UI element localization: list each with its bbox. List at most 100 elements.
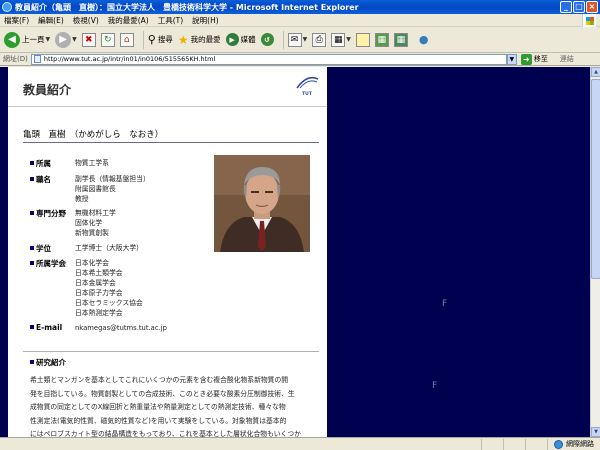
ie-icon [2,2,12,12]
print-icon: ⎙ [312,32,327,47]
page-viewport: 教員紹介 TUT 亀頭 直樹 （かめがしら なおき） 所属 物質工学系 職名 副… [0,67,590,437]
links-label[interactable]: 連結 [560,54,574,64]
research-button[interactable]: ▦ [374,32,389,47]
refresh-icon: ↻ [100,32,115,47]
back-dropdown-icon[interactable]: ▼ [46,36,51,43]
stop-button[interactable]: ✖ [81,32,96,47]
info-row-societies: 所属学会 日本化学会 日本希土類学会 日本金属学会 日本原子力学会 日本セラミッ… [30,258,210,318]
media-icon: ▶ [225,33,239,46]
side-mark: F [442,299,448,309]
address-bar: 網址(D) http://www.tut.ac.jp/intr/in01/in0… [0,53,600,66]
toolbar-divider [142,30,144,49]
portrait-image [214,155,310,252]
research-line: 性測定法(電気的性質、磁気的性質など)を用いて実験をしている。対象物質は基本的 [30,416,287,425]
menu-help[interactable]: 說明(H) [192,15,219,26]
info-value-line: 副学長（情報基盤担当） [75,174,150,183]
scroll-thumb[interactable] [591,79,600,279]
research-line: にはペロブスカイト型の結晶構造をもっており、これを基本とした層状化合物もいくつか [30,430,301,437]
search-icon: ⚲ [147,33,156,46]
back-arrow-icon: ◀ [4,31,20,48]
info-row-position: 職名 副学長（情報基盤担当） 附属図書館長 教授 [30,174,210,204]
history-icon: ↺ [260,33,274,46]
info-key: 所属 [30,158,75,169]
person-name: 亀頭 直樹 （かめがしら なおき） [23,130,164,140]
edit-dropdown-icon[interactable]: ▼ [346,36,351,43]
favorites-label: 我的最愛 [190,35,221,44]
info-value-line: 日本熱測定学会 [75,309,123,317]
page-header: 教員紹介 TUT [8,67,327,107]
note-icon [355,32,370,47]
vertical-scrollbar[interactable]: ▲ ▼ [590,67,600,437]
status-cell [481,438,503,450]
info-value-line: 日本原子力学会 [75,289,123,297]
address-input[interactable]: http://www.tut.ac.jp/intr/in01/in0106/51… [30,53,507,65]
menu-bar: 檔案(F) 編輯(E) 檢視(V) 我的最愛(A) 工具(T) 說明(H) [0,14,600,27]
title-bar[interactable]: 教員紹介（亀頭 直樹）：国立大学法人 豊橋技術科学大学 - Microsoft … [0,0,600,14]
home-button[interactable]: ⌂ [119,32,134,47]
refresh-button[interactable]: ↻ [100,32,115,47]
menu-tools[interactable]: 工具(T) [158,15,183,26]
info-value-line: 日本金属学会 [75,279,116,287]
go-button[interactable]: ➜ 移至 [520,53,548,65]
discuss-button[interactable] [355,32,370,47]
menu-favorites[interactable]: 我的最愛(A) [108,15,149,26]
history-button[interactable]: ↺ [260,33,274,46]
tut-swoosh-icon [296,76,319,89]
home-icon: ⌂ [119,32,134,47]
info-value-line: 附属図書館長 [75,184,116,193]
side-mark: F [432,381,438,391]
scroll-up-icon[interactable]: ▲ [591,67,600,77]
profile-info: 所属 物質工学系 職名 副学長（情報基盤担当） 附属図書館長 教授 専門分野 無… [30,158,210,337]
internet-globe-icon [554,439,563,449]
address-dropdown-icon[interactable]: ▼ [506,53,517,65]
name-divider [23,142,319,143]
status-cell [525,438,547,450]
window-title: 教員紹介（亀頭 直樹）：国立大学法人 豊橋技術科学大学 - Microsoft … [15,2,359,12]
windows-logo-icon [582,14,596,27]
forward-dropdown-icon[interactable]: ▼ [72,36,77,43]
msn-button[interactable]: ● [419,33,429,46]
status-bar: 網際網路 [0,437,600,450]
back-button[interactable]: ◀ 上一頁 ▼ [4,31,51,48]
search-label: 搜尋 [157,35,173,44]
info-key: 職名 [30,174,75,204]
edit-button[interactable]: ▦ ▼ [331,32,351,47]
mail-dropdown-icon[interactable]: ▼ [303,36,308,43]
info-row-email: E-mail nkamegas@tutms.tut.ac.jp [30,323,210,333]
scroll-down-icon[interactable]: ▼ [591,427,600,437]
messenger-button[interactable]: ▦ [393,32,408,47]
menu-file[interactable]: 檔案(F) [4,15,29,26]
research-divider [23,351,319,352]
menu-view[interactable]: 檢視(V) [73,15,99,26]
info-row-specialty: 専門分野 無機材料工学 固体化学 新物質創製 [30,208,210,238]
favorites-button[interactable]: ★ 我的最愛 [178,33,221,47]
mail-button[interactable]: ✉ ▼ [287,32,308,47]
messenger-people-icon: ● [418,33,429,46]
search-button[interactable]: ⚲ 搜尋 [148,33,173,46]
info-value: 無機材料工学 固体化学 新物質創製 [75,208,116,238]
close-button[interactable]: × [586,1,598,13]
forward-button[interactable]: ▶ ▼ [55,31,77,48]
info-value: 工学博士（大阪大学） [75,243,143,254]
info-row-affiliation: 所属 物質工学系 [30,158,210,169]
info-value-line: 日本希土類学会 [75,269,123,277]
info-value-line: 日本セラミックス協会 [75,299,143,307]
print-button[interactable]: ⎙ [312,32,327,47]
zone-label: 網際網路 [566,440,594,448]
page-title: 教員紹介 [23,83,72,97]
email-link[interactable]: nkamegas@tutms.tut.ac.jp [75,323,167,333]
info-key: E-mail [30,323,75,333]
research-line: 希土類とマンガンを基本としてこれにいくつかの元素を含む複合酸化物系新物質の開 [30,376,289,384]
edit-icon: ▦ [331,32,346,47]
info-value-line: 無機材料工学 [75,209,116,217]
info-value-line: 新物質創製 [75,229,109,237]
media-button[interactable]: ▶ 媒體 [225,33,256,46]
info-key: 専門分野 [30,208,75,238]
menu-edit[interactable]: 編輯(E) [38,15,64,26]
minimize-button[interactable]: _ [560,1,572,13]
info-value-line: 物質工学系 [75,159,109,167]
grid-icon: ▦ [374,32,389,47]
tut-logo-text: TUT [302,92,312,97]
tut-logo: TUT [295,76,319,98]
maximize-button[interactable]: □ [573,1,585,13]
